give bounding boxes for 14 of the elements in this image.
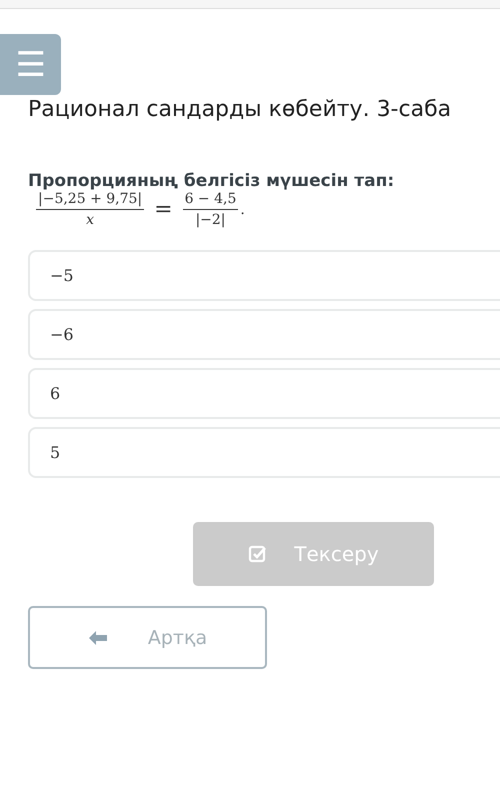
equals-sign: = xyxy=(154,197,173,222)
period: . xyxy=(240,202,245,218)
lesson-title: Рационал сандарды көбейту. 3-саба xyxy=(28,96,452,124)
denominator: |−2| xyxy=(195,211,226,228)
numerator: 6 − 4,5 xyxy=(182,191,238,210)
numerator: |−5,25 + 9,75| xyxy=(36,191,144,210)
answer-option[interactable]: −6 xyxy=(28,309,500,360)
checkbox-icon xyxy=(248,544,268,564)
denominator: x xyxy=(86,211,94,228)
answer-option[interactable]: 6 xyxy=(28,368,500,419)
answer-option[interactable]: −5 xyxy=(28,250,500,301)
answer-option[interactable]: 5 xyxy=(28,427,500,478)
question-prompt: Пропорцияның белгісіз мүшесін тап: xyxy=(28,171,396,191)
arrow-left-icon xyxy=(88,630,108,646)
